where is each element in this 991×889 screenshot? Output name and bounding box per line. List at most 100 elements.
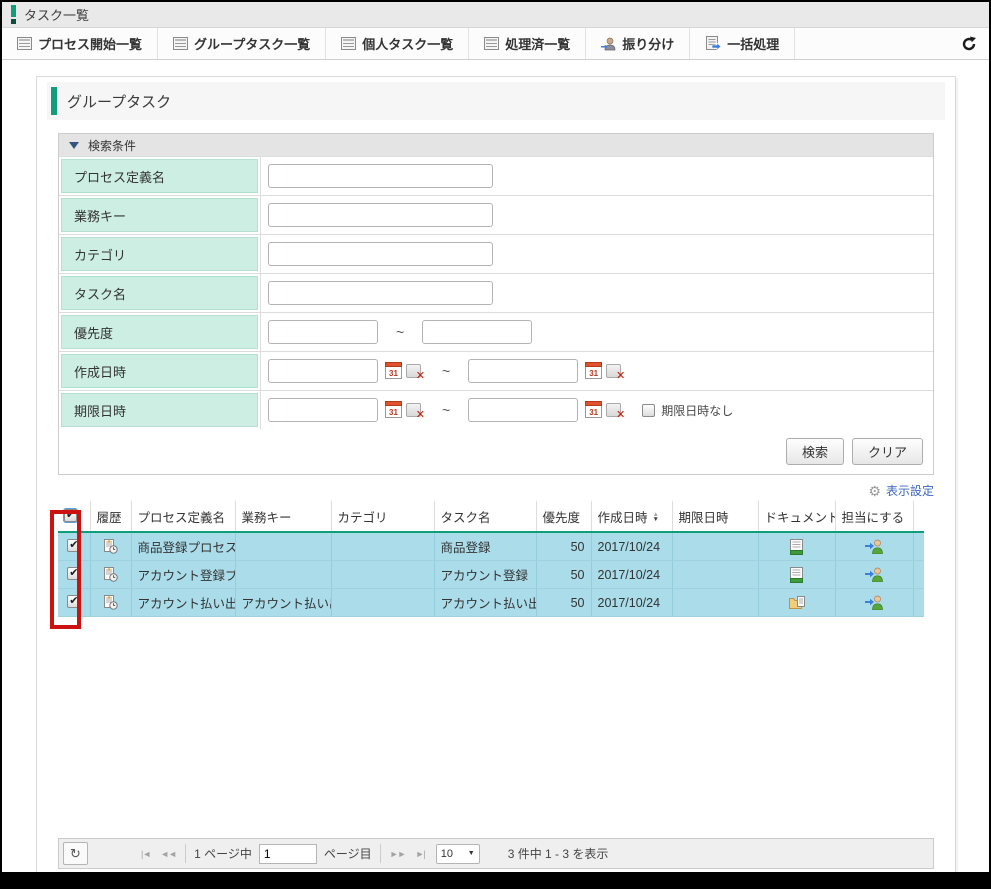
label-task-name: タスク名 xyxy=(61,276,258,310)
clear-button[interactable]: クリア xyxy=(852,438,923,465)
search-actions: 検索 クリア xyxy=(59,429,933,474)
cell-deadline xyxy=(672,561,758,589)
last-page-icon[interactable]: ►| xyxy=(410,849,429,859)
label-category: カテゴリ xyxy=(61,237,258,271)
main-content: グループタスク 検索条件 プロセス定義名 業務キー カテゴリ xyxy=(2,60,989,873)
search-button[interactable]: 検索 xyxy=(786,438,844,465)
created-to-input[interactable] xyxy=(468,359,578,383)
history-icon[interactable] xyxy=(103,567,118,582)
table-row[interactable]: アカウント登録プ アカウント登録 50 2017/10/24 xyxy=(58,561,924,589)
first-page-icon[interactable]: |◄ xyxy=(136,849,155,859)
created-from-input[interactable] xyxy=(268,359,378,383)
window-bottom-border xyxy=(2,872,989,887)
row-checkbox[interactable] xyxy=(67,567,80,580)
col-header-priority[interactable]: 優先度 xyxy=(536,501,591,532)
cell-category xyxy=(331,532,434,561)
list-icon xyxy=(17,37,32,50)
business-key-input[interactable] xyxy=(268,203,493,227)
prev-page-icon[interactable]: ◄◄ xyxy=(155,849,181,859)
cell-process-def: 商品登録プロセス xyxy=(131,532,235,561)
cell-category xyxy=(331,561,434,589)
col-header-document[interactable]: ドキュメント xyxy=(758,501,835,532)
row-checkbox[interactable] xyxy=(67,539,80,552)
toolbar-item-assign[interactable]: 振り分け xyxy=(586,28,690,59)
col-header-empty xyxy=(913,501,924,532)
cell-business-key: アカウント払い出 xyxy=(235,589,331,617)
cell-process-def: アカウント払い出 xyxy=(131,589,235,617)
col-header-process-def[interactable]: プロセス定義名 xyxy=(131,501,235,532)
deadline-from-input[interactable] xyxy=(268,398,378,422)
document-note-icon[interactable] xyxy=(790,539,803,555)
page-size-select[interactable]: 10 ▼ xyxy=(436,844,480,864)
search-conditions-toggle[interactable]: 検索条件 xyxy=(59,134,933,156)
assign-user-icon[interactable] xyxy=(865,567,883,582)
priority-from-input[interactable] xyxy=(268,320,378,344)
assign-user-icon[interactable] xyxy=(865,595,883,610)
col-header-business-key[interactable]: 業務キー xyxy=(235,501,331,532)
toolbar-item-group-task-list[interactable]: グループタスク一覧 xyxy=(158,28,326,59)
label-priority: 優先度 xyxy=(61,315,258,349)
col-header-deadline[interactable]: 期限日時 xyxy=(672,501,758,532)
calendar-icon[interactable]: 31 xyxy=(585,364,602,379)
cell-task-name: アカウント登録 xyxy=(434,561,536,589)
pager-refresh-button[interactable]: ↻ xyxy=(63,842,88,865)
cell-business-key xyxy=(235,532,331,561)
priority-to-input[interactable] xyxy=(422,320,532,344)
form-row-business-key: 業務キー xyxy=(59,195,933,234)
calendar-icon[interactable]: 31 xyxy=(585,403,602,418)
page-number-input[interactable] xyxy=(259,844,317,864)
toolbar-item-label: 一括処理 xyxy=(727,34,779,53)
category-input[interactable] xyxy=(268,242,493,266)
refresh-icon xyxy=(961,36,977,52)
cell-priority: 50 xyxy=(536,532,591,561)
collapse-triangle-icon xyxy=(69,142,79,149)
deadline-to-input[interactable] xyxy=(468,398,578,422)
list-icon xyxy=(173,37,188,50)
calendar-icon[interactable]: 31 xyxy=(385,403,402,418)
table-row[interactable]: 商品登録プロセス 商品登録 50 2017/10/24 xyxy=(58,532,924,561)
calendar-icon[interactable]: 31 xyxy=(385,364,402,379)
clear-date-icon[interactable]: ✕ xyxy=(406,364,421,378)
table-header-row: 履歴 プロセス定義名 業務キー カテゴリ タスク名 優先度 作成日時 ▲▼ 期限 xyxy=(58,501,924,532)
refresh-button[interactable] xyxy=(949,28,989,59)
table-row[interactable]: アカウント払い出 アカウント払い出 アカウント払い出 50 2017/10/24 xyxy=(58,589,924,617)
col-header-category[interactable]: カテゴリ xyxy=(331,501,434,532)
row-checkbox[interactable] xyxy=(67,595,80,608)
form-row-task-name: タスク名 xyxy=(59,273,933,312)
toolbar-item-personal-task-list[interactable]: 個人タスク一覧 xyxy=(326,28,469,59)
form-row-category: カテゴリ xyxy=(59,234,933,273)
cell-created: 2017/10/24 xyxy=(591,532,672,561)
clear-date-icon[interactable]: ✕ xyxy=(606,403,621,417)
label-business-key: 業務キー xyxy=(61,198,258,232)
label-deadline: 期限日時 xyxy=(61,393,258,427)
clear-date-icon[interactable]: ✕ xyxy=(406,403,421,417)
history-icon[interactable] xyxy=(103,595,118,610)
cell-created: 2017/10/24 xyxy=(591,589,672,617)
col-header-task-name[interactable]: タスク名 xyxy=(434,501,536,532)
col-header-assign[interactable]: 担当にする xyxy=(835,501,913,532)
col-header-history[interactable]: 履歴 xyxy=(90,501,131,532)
document-note-icon[interactable] xyxy=(790,567,803,583)
list-icon xyxy=(484,37,499,50)
folder-document-icon[interactable] xyxy=(789,595,805,610)
process-def-input[interactable] xyxy=(268,164,493,188)
toolbar-item-processed-list[interactable]: 処理済一覧 xyxy=(469,28,586,59)
no-deadline-checkbox[interactable] xyxy=(642,404,655,417)
toolbar-item-batch-process[interactable]: 一括処理 xyxy=(690,28,795,59)
assign-user-icon[interactable] xyxy=(865,539,883,554)
clear-date-icon[interactable]: ✕ xyxy=(606,364,621,378)
page-title: タスク一覧 xyxy=(24,5,89,24)
task-name-input[interactable] xyxy=(268,281,493,305)
group-task-panel: グループタスク 検索条件 プロセス定義名 業務キー カテゴリ xyxy=(36,76,956,873)
toolbar-item-process-start-list[interactable]: プロセス開始一覧 xyxy=(2,28,158,59)
toolbar-item-label: プロセス開始一覧 xyxy=(38,34,142,53)
range-tilde: ~ xyxy=(396,324,404,340)
next-page-icon[interactable]: ►► xyxy=(385,849,411,859)
toolbar-item-label: 振り分け xyxy=(622,34,674,53)
display-settings-link[interactable]: 表示設定 xyxy=(886,482,934,499)
label-process-def: プロセス定義名 xyxy=(61,159,258,193)
col-header-created[interactable]: 作成日時 ▲▼ xyxy=(591,501,672,532)
select-all-checkbox[interactable] xyxy=(64,509,77,522)
sort-icon[interactable]: ▲▼ xyxy=(653,512,659,522)
history-icon[interactable] xyxy=(103,539,118,554)
